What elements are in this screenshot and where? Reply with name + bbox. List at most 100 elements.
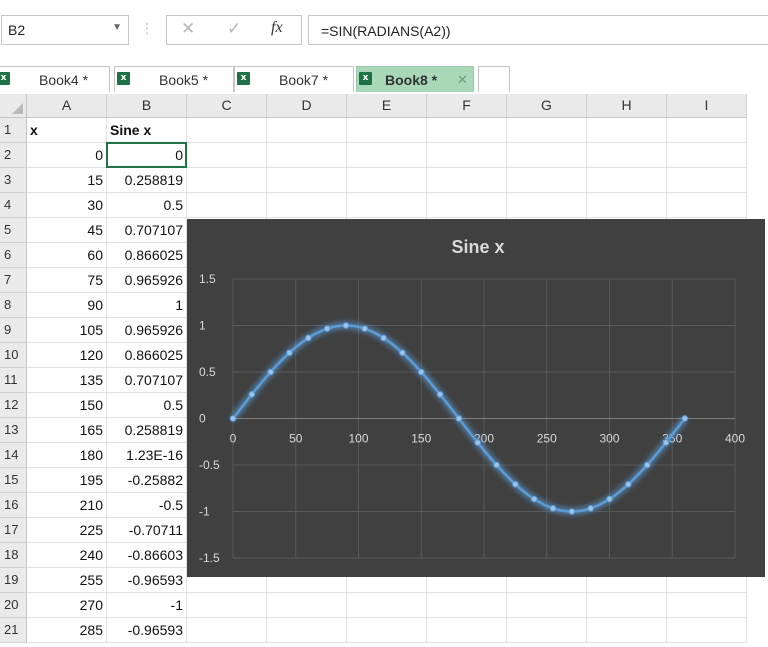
cell-f1[interactable] [427,118,507,143]
cell-g2[interactable] [507,143,587,168]
cell-g1[interactable] [507,118,587,143]
cell-i1[interactable] [667,118,747,143]
cell-b18[interactable]: -0.86603 [107,543,187,568]
formula-input[interactable]: =SIN(RADIANS(A2)) [308,15,768,45]
cell-b1[interactable]: Sine x [107,118,187,143]
cell-b21[interactable]: -0.96593 [107,618,187,643]
cell-b20[interactable]: -1 [107,593,187,618]
cancel-icon[interactable]: ✕ [181,19,195,39]
row-header-18[interactable]: 18 [0,543,27,568]
row-header-9[interactable]: 9 [0,318,27,343]
row-header-8[interactable]: 8 [0,293,27,318]
column-header-f[interactable]: F [427,94,507,118]
cell-e1[interactable] [347,118,427,143]
column-header-d[interactable]: D [267,94,347,118]
cell-h3[interactable] [587,168,667,193]
cell-a10[interactable]: 120 [27,343,107,368]
cell-h1[interactable] [587,118,667,143]
cell-b8[interactable]: 1 [107,293,187,318]
cell-a17[interactable]: 225 [27,518,107,543]
cell-e4[interactable] [347,193,427,218]
row-header-2[interactable]: 2 [0,143,27,168]
new-tab-button[interactable] [478,66,510,92]
cell-a11[interactable]: 135 [27,368,107,393]
cell-a2[interactable]: 0 [27,143,107,168]
close-icon[interactable]: ✕ [457,72,468,88]
cell-a7[interactable]: 75 [27,268,107,293]
row-header-1[interactable]: 1 [0,118,27,143]
cell-e3[interactable] [347,168,427,193]
cell-c20[interactable] [187,593,267,618]
column-header-c[interactable]: C [187,94,267,118]
cell-i4[interactable] [667,193,747,218]
enter-icon[interactable]: ✓ [227,19,241,39]
row-header-10[interactable]: 10 [0,343,27,368]
cell-e2[interactable] [347,143,427,168]
cell-a6[interactable]: 60 [27,243,107,268]
cell-f21[interactable] [427,618,507,643]
row-header-5[interactable]: 5 [0,218,27,243]
column-header-i[interactable]: I [667,94,747,118]
tab-book8[interactable]: x Book8 * ✕ [356,66,474,92]
cell-e21[interactable] [347,618,427,643]
cell-b16[interactable]: -0.5 [107,493,187,518]
cell-i3[interactable] [667,168,747,193]
cell-c4[interactable] [187,193,267,218]
drag-handle-icon[interactable]: ⋮ [140,20,155,37]
cell-b11[interactable]: 0.707107 [107,368,187,393]
cell-h2[interactable] [587,143,667,168]
row-header-20[interactable]: 20 [0,593,27,618]
column-header-e[interactable]: E [347,94,427,118]
row-header-17[interactable]: 17 [0,518,27,543]
cell-b15[interactable]: -0.25882 [107,468,187,493]
name-box-value[interactable]: B2 [8,22,25,38]
cell-f3[interactable] [427,168,507,193]
cell-a13[interactable]: 165 [27,418,107,443]
cell-b3[interactable]: 0.258819 [107,168,187,193]
cell-a15[interactable]: 195 [27,468,107,493]
cell-b2[interactable]: 0 [107,143,187,168]
row-header-16[interactable]: 16 [0,493,27,518]
cell-a14[interactable]: 180 [27,443,107,468]
cell-h21[interactable] [587,618,667,643]
cell-b19[interactable]: -0.96593 [107,568,187,593]
row-header-13[interactable]: 13 [0,418,27,443]
cell-b6[interactable]: 0.866025 [107,243,187,268]
cell-g4[interactable] [507,193,587,218]
formula-text[interactable]: =SIN(RADIANS(A2)) [321,23,451,39]
cell-i20[interactable] [667,593,747,618]
cell-f20[interactable] [427,593,507,618]
row-header-12[interactable]: 12 [0,393,27,418]
cell-a16[interactable]: 210 [27,493,107,518]
cell-b7[interactable]: 0.965926 [107,268,187,293]
tab-book7[interactable]: x Book7 * [234,66,354,92]
cell-c2[interactable] [187,143,267,168]
cell-b13[interactable]: 0.258819 [107,418,187,443]
tab-book5[interactable]: x Book5 * [114,66,234,92]
cell-d2[interactable] [267,143,347,168]
cell-d20[interactable] [267,593,347,618]
cell-b4[interactable]: 0.5 [107,193,187,218]
select-all-button[interactable] [0,94,27,118]
insert-function-icon[interactable]: fx [271,19,283,37]
column-header-g[interactable]: G [507,94,587,118]
cell-g21[interactable] [507,618,587,643]
cell-a21[interactable]: 285 [27,618,107,643]
cell-i21[interactable] [667,618,747,643]
cell-a18[interactable]: 240 [27,543,107,568]
row-header-15[interactable]: 15 [0,468,27,493]
cell-a8[interactable]: 90 [27,293,107,318]
cell-c3[interactable] [187,168,267,193]
row-header-21[interactable]: 21 [0,618,27,643]
cell-b5[interactable]: 0.707107 [107,218,187,243]
row-header-3[interactable]: 3 [0,168,27,193]
cell-a19[interactable]: 255 [27,568,107,593]
sine-chart[interactable]: Sine x 1.5 1 0.5 0 -0.5 -1 -1.5 0 50 100 150 200 250 3… [187,219,765,577]
cell-b14[interactable]: 1.23E-16 [107,443,187,468]
column-header-a[interactable]: A [27,94,107,118]
cell-a1[interactable]: x [27,118,107,143]
cell-b10[interactable]: 0.866025 [107,343,187,368]
cell-d4[interactable] [267,193,347,218]
cell-g3[interactable] [507,168,587,193]
cell-d3[interactable] [267,168,347,193]
